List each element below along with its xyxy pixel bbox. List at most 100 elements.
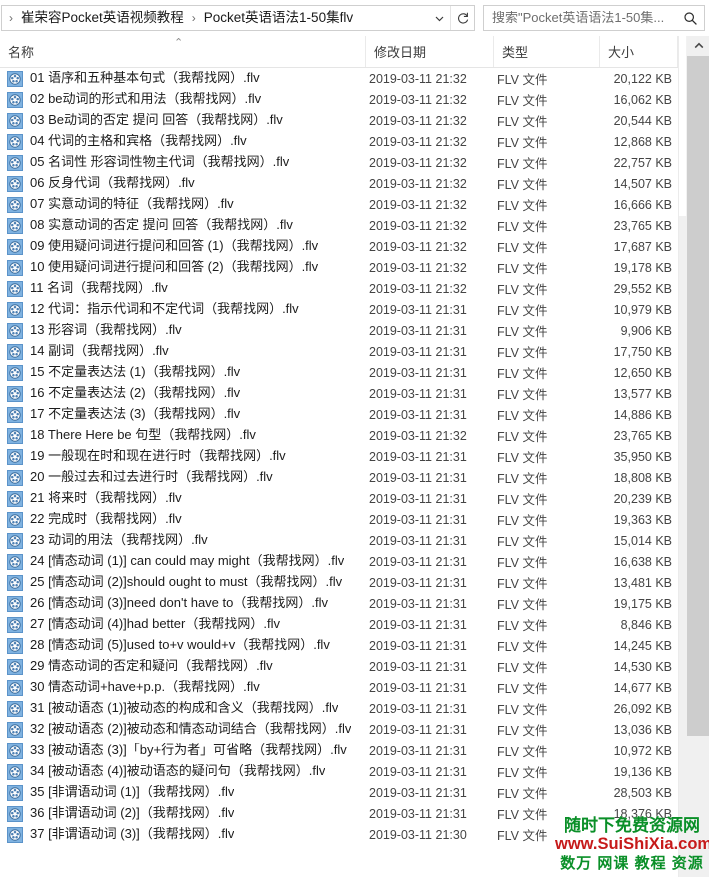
file-name-cell[interactable]: 02 be动词的形式和用法（我帮找网）.flv <box>0 89 366 110</box>
file-row[interactable]: 04 代词的主格和宾格（我帮找网）.flv 2019-03-11 21:32 FLV… <box>0 131 678 152</box>
file-row[interactable]: 06 反身代词（我帮找网）.flv 2019-03-11 21:32 FLV 文件 1… <box>0 173 678 194</box>
column-header-name[interactable]: 名称 ⌃ <box>0 36 366 67</box>
file-row[interactable]: 34 [被动语态 (4)]被动语态的疑问句（我帮找网）.flv 2019-03-1… <box>0 761 678 782</box>
refresh-icon[interactable] <box>450 6 474 30</box>
file-row[interactable]: 24 [情态动词 (1)] can could may might（我帮找网）.… <box>0 551 678 572</box>
file-name-cell[interactable]: 37 [非谓语动词 (3)]（我帮找网）.flv <box>0 824 366 845</box>
address-box[interactable]: › 崔荣容Pocket英语视频教程 › Pocket英语语法1-50集flv <box>1 5 475 31</box>
file-row[interactable]: 14 副词（我帮找网）.flv 2019-03-11 21:31 FLV 文件 17,… <box>0 341 678 362</box>
file-size-cell: 10,972 KB <box>613 743 672 758</box>
file-size-cell: 19,363 KB <box>613 512 672 527</box>
column-header-size[interactable]: 大小 <box>600 36 678 67</box>
file-name-cell[interactable]: 18 There Here be 句型（我帮找网）.flv <box>0 425 366 446</box>
file-row[interactable]: 11 名词（我帮找网）.flv 2019-03-11 21:32 FLV 文件 29,… <box>0 278 678 299</box>
flv-file-icon <box>7 70 23 87</box>
scrollbar-thumb[interactable] <box>687 56 709 736</box>
file-date-cell: 2019-03-11 21:32 <box>369 113 467 128</box>
file-name-cell[interactable]: 15 不定量表达法 (1)（我帮找网）.flv <box>0 362 366 383</box>
file-name-cell[interactable]: 06 反身代词（我帮找网）.flv <box>0 173 366 194</box>
file-name-cell[interactable]: 34 [被动语态 (4)]被动语态的疑问句（我帮找网）.flv <box>0 761 366 782</box>
breadcrumb[interactable]: › 崔荣容Pocket英语视频教程 › Pocket英语语法1-50集flv <box>2 9 428 28</box>
file-name-cell[interactable]: 33 [被动语态 (3)]「by+行为者」可省略（我帮找网）.flv <box>0 740 366 761</box>
breadcrumb-item-0[interactable]: 崔荣容Pocket英语视频教程 <box>18 9 187 28</box>
column-header-type[interactable]: 类型 <box>494 36 600 67</box>
file-name-cell[interactable]: 08 实意动词的否定 提问 回答（我帮找网）.flv <box>0 215 366 236</box>
chevron-down-icon[interactable] <box>428 6 450 30</box>
breadcrumb-item-1[interactable]: Pocket英语语法1-50集flv <box>201 9 356 28</box>
file-name-cell[interactable]: 16 不定量表达法 (2)（我帮找网）.flv <box>0 383 366 404</box>
file-row[interactable]: 02 be动词的形式和用法（我帮找网）.flv 2019-03-11 21:32 F… <box>0 89 678 110</box>
file-row[interactable]: 21 将来时（我帮找网）.flv 2019-03-11 21:31 FLV 文件 20… <box>0 488 678 509</box>
file-row[interactable]: 26 [情态动词 (3)]need don't have to（我帮找网）.fl… <box>0 593 678 614</box>
file-name-cell[interactable]: 09 使用疑问词进行提问和回答 (1)（我帮找网）.flv <box>0 236 366 257</box>
file-name-cell[interactable]: 23 动词的用法（我帮找网）.flv <box>0 530 366 551</box>
file-name-label: 13 形容词（我帮找网）.flv <box>30 323 182 338</box>
file-name-cell[interactable]: 14 副词（我帮找网）.flv <box>0 341 366 362</box>
file-name-cell[interactable]: 36 [非谓语动词 (2)]（我帮找网）.flv <box>0 803 366 824</box>
search-box[interactable]: 搜索"Pocket英语语法1-50集... <box>483 5 705 31</box>
file-name-cell[interactable]: 29 情态动词的否定和疑问（我帮找网）.flv <box>0 656 366 677</box>
file-row[interactable]: 22 完成时（我帮找网）.flv 2019-03-11 21:31 FLV 文件 19… <box>0 509 678 530</box>
file-name-cell[interactable]: 12 代词：指示代词和不定代词（我帮找网）.flv <box>0 299 366 320</box>
scroll-up-arrow-icon[interactable] <box>687 36 709 56</box>
file-row[interactable]: 37 [非谓语动词 (3)]（我帮找网）.flv 2019-03-11 21:30… <box>0 824 678 845</box>
file-name-cell[interactable]: 04 代词的主格和宾格（我帮找网）.flv <box>0 131 366 152</box>
column-headers: 名称 ⌃ 修改日期 类型 大小 <box>0 36 709 68</box>
file-row[interactable]: 27 [情态动词 (4)]had better（我帮找网）.flv 2019-03… <box>0 614 678 635</box>
file-name-cell[interactable]: 24 [情态动词 (1)] can could may might（我帮找网）.… <box>0 551 366 572</box>
file-row[interactable]: 36 [非谓语动词 (2)]（我帮找网）.flv 2019-03-11 21:31… <box>0 803 678 824</box>
search-input[interactable]: 搜索"Pocket英语语法1-50集... <box>492 11 680 25</box>
file-name-cell[interactable]: 20 一般过去和过去进行时（我帮找网）.flv <box>0 467 366 488</box>
file-row[interactable]: 30 情态动词+have+p.p.（我帮找网）.flv 2019-03-11 21… <box>0 677 678 698</box>
file-name-cell[interactable]: 05 名词性 形容词性物主代词（我帮找网）.flv <box>0 152 366 173</box>
file-name-cell[interactable]: 35 [非谓语动词 (1)]（我帮找网）.flv <box>0 782 366 803</box>
file-name-cell[interactable]: 21 将来时（我帮找网）.flv <box>0 488 366 509</box>
file-name-cell[interactable]: 22 完成时（我帮找网）.flv <box>0 509 366 530</box>
file-name-cell[interactable]: 30 情态动词+have+p.p.（我帮找网）.flv <box>0 677 366 698</box>
vertical-scrollbar[interactable] <box>678 36 709 877</box>
file-row[interactable]: 25 [情态动词 (2)]should ought to must（我帮找网）.… <box>0 572 678 593</box>
file-name-cell[interactable]: 01 语序和五种基本句式（我帮找网）.flv <box>0 68 366 89</box>
file-name-cell[interactable]: 25 [情态动词 (2)]should ought to must（我帮找网）.… <box>0 572 366 593</box>
file-row[interactable]: 16 不定量表达法 (2)（我帮找网）.flv 2019-03-11 21:31 F… <box>0 383 678 404</box>
file-row[interactable]: 03 Be动词的否定 提问 回答（我帮找网）.flv 2019-03-11 21:… <box>0 110 678 131</box>
file-name-cell[interactable]: 19 一般现在时和现在进行时（我帮找网）.flv <box>0 446 366 467</box>
file-name-cell[interactable]: 10 使用疑问词进行提问和回答 (2)（我帮找网）.flv <box>0 257 366 278</box>
address-bar: › 崔荣容Pocket英语视频教程 › Pocket英语语法1-50集flv 搜… <box>0 0 709 36</box>
file-name-cell[interactable]: 31 [被动语态 (1)]被动态的构成和含义（我帮找网）.flv <box>0 698 366 719</box>
file-row[interactable]: 33 [被动语态 (3)]「by+行为者」可省略（我帮找网）.flv 2019-0… <box>0 740 678 761</box>
file-row[interactable]: 18 There Here be 句型（我帮找网）.flv 2019-03-11 … <box>0 425 678 446</box>
search-icon[interactable] <box>680 8 700 28</box>
file-name-cell[interactable]: 17 不定量表达法 (3)（我帮找网）.flv <box>0 404 366 425</box>
file-row[interactable]: 31 [被动语态 (1)]被动态的构成和含义（我帮找网）.flv 2019-03-… <box>0 698 678 719</box>
file-row[interactable]: 15 不定量表达法 (1)（我帮找网）.flv 2019-03-11 21:31 F… <box>0 362 678 383</box>
file-row[interactable]: 10 使用疑问词进行提问和回答 (2)（我帮找网）.flv 2019-03-11 … <box>0 257 678 278</box>
file-row[interactable]: 32 [被动语态 (2)]被动态和情态动词结合（我帮找网）.flv 2019-03… <box>0 719 678 740</box>
file-row[interactable]: 29 情态动词的否定和疑问（我帮找网）.flv 2019-03-11 21:31 F… <box>0 656 678 677</box>
file-row[interactable]: 08 实意动词的否定 提问 回答（我帮找网）.flv 2019-03-11 21:… <box>0 215 678 236</box>
file-row[interactable]: 23 动词的用法（我帮找网）.flv 2019-03-11 21:31 FLV 文件… <box>0 530 678 551</box>
file-row[interactable]: 35 [非谓语动词 (1)]（我帮找网）.flv 2019-03-11 21:31… <box>0 782 678 803</box>
file-row[interactable]: 12 代词：指示代词和不定代词（我帮找网）.flv 2019-03-11 21:3… <box>0 299 678 320</box>
file-name-cell[interactable]: 26 [情态动词 (3)]need don't have to（我帮找网）.fl… <box>0 593 366 614</box>
file-name-cell[interactable]: 13 形容词（我帮找网）.flv <box>0 320 366 341</box>
file-list[interactable]: 01 语序和五种基本句式（我帮找网）.flv 2019-03-11 21:32 FL… <box>0 68 678 877</box>
flv-file-icon <box>7 154 23 171</box>
file-row[interactable]: 01 语序和五种基本句式（我帮找网）.flv 2019-03-11 21:32 FL… <box>0 68 678 89</box>
file-row[interactable]: 28 [情态动词 (5)]used to+v would+v（我帮找网）.flv… <box>0 635 678 656</box>
file-row[interactable]: 05 名词性 形容词性物主代词（我帮找网）.flv 2019-03-11 21:3… <box>0 152 678 173</box>
file-name-cell[interactable]: 32 [被动语态 (2)]被动态和情态动词结合（我帮找网）.flv <box>0 719 366 740</box>
file-name-cell[interactable]: 03 Be动词的否定 提问 回答（我帮找网）.flv <box>0 110 366 131</box>
file-row[interactable]: 20 一般过去和过去进行时（我帮找网）.flv 2019-03-11 21:31 F… <box>0 467 678 488</box>
file-row[interactable]: 17 不定量表达法 (3)（我帮找网）.flv 2019-03-11 21:31 F… <box>0 404 678 425</box>
file-name-cell[interactable]: 27 [情态动词 (4)]had better（我帮找网）.flv <box>0 614 366 635</box>
file-row[interactable]: 09 使用疑问词进行提问和回答 (1)（我帮找网）.flv 2019-03-11 … <box>0 236 678 257</box>
file-name-cell[interactable]: 28 [情态动词 (5)]used to+v would+v（我帮找网）.flv <box>0 635 366 656</box>
column-header-date[interactable]: 修改日期 <box>366 36 494 67</box>
file-name-cell[interactable]: 07 实意动词的特征（我帮找网）.flv <box>0 194 366 215</box>
file-type-cell: FLV 文件 <box>497 556 548 570</box>
file-row[interactable]: 19 一般现在时和现在进行时（我帮找网）.flv 2019-03-11 21:31… <box>0 446 678 467</box>
file-row[interactable]: 13 形容词（我帮找网）.flv 2019-03-11 21:31 FLV 文件 9,… <box>0 320 678 341</box>
file-name-cell[interactable]: 11 名词（我帮找网）.flv <box>0 278 366 299</box>
file-row[interactable]: 07 实意动词的特征（我帮找网）.flv 2019-03-11 21:32 FLV … <box>0 194 678 215</box>
